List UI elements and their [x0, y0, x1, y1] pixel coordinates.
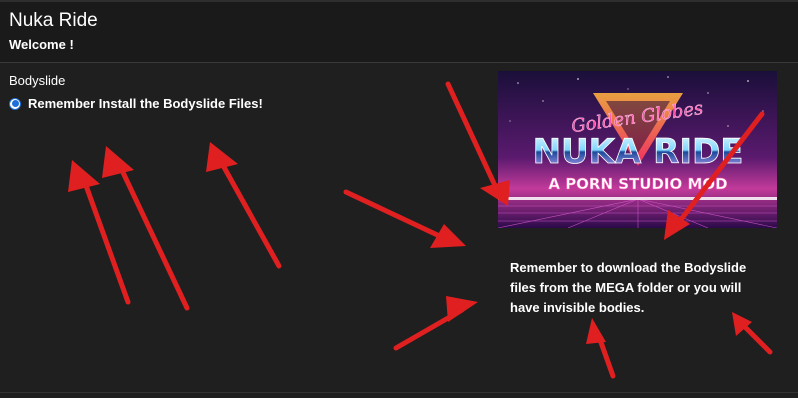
top-strip	[0, 0, 798, 2]
red-arrow-2	[117, 163, 190, 311]
option-label: Remember Install the Bodyslide Files!	[28, 96, 263, 111]
footer-divider	[0, 392, 798, 393]
banner-subtitle: A PORN STUDIO MOD	[548, 175, 727, 193]
red-arrowhead-2	[102, 146, 134, 178]
header: Nuka Ride Welcome !	[0, 0, 798, 63]
red-arrow-4	[445, 81, 501, 195]
red-arrow-5	[343, 189, 451, 243]
red-arrowhead-1	[68, 160, 100, 192]
group-label: Bodyslide	[9, 73, 66, 88]
banner-graphic: Golden Globes NUKA RIDE A PORN STUDIO MO…	[498, 71, 777, 228]
red-arrow-8	[595, 331, 616, 379]
red-arrow-1	[81, 177, 131, 305]
red-arrowhead-5	[430, 224, 466, 248]
page-subtitle: Welcome !	[9, 37, 74, 52]
red-arrow-9	[739, 321, 773, 355]
red-arrowhead-3	[206, 142, 238, 172]
red-arrow-7	[393, 307, 465, 351]
radio-button[interactable]	[9, 97, 21, 110]
bodyslide-option[interactable]: Remember Install the Bodyslide Files!	[9, 96, 263, 111]
mod-banner-image: Golden Globes NUKA RIDE A PORN STUDIO MO…	[498, 71, 777, 228]
option-description: Remember to download the Bodyslide files…	[510, 260, 747, 315]
window-title: Nuka Ride	[9, 10, 98, 31]
red-arrowhead-7	[446, 296, 478, 322]
red-arrowhead-8	[586, 318, 606, 344]
radio-selected-dot	[11, 100, 19, 107]
banner-title: NUKA RIDE	[533, 132, 744, 172]
installer-window: Nuka Ride Welcome ! Bodyslide Remember I…	[0, 0, 798, 398]
red-arrow-3	[217, 157, 282, 269]
